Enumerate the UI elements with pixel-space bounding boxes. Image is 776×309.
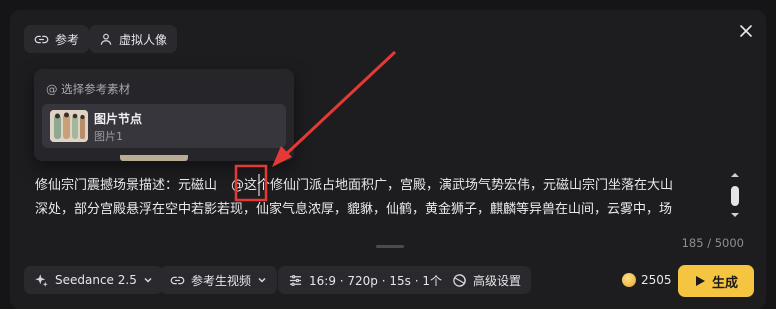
credits-balance: 2505 — [622, 266, 672, 294]
chevron-down-icon — [258, 277, 266, 283]
virtual-avatar-button[interactable]: 虚拟人像 — [89, 25, 178, 53]
credits-value: 2505 — [641, 273, 672, 287]
close-button[interactable] — [736, 21, 756, 41]
link-icon — [34, 35, 49, 43]
link-icon — [170, 276, 185, 284]
prompt-textarea[interactable]: 修仙宗门震撼场景描述：元磁山 @这个修仙门派占地面积广，宫殿，演武场气势宏伟，元磁… — [35, 174, 725, 222]
reference-button[interactable]: 参考 — [24, 25, 90, 53]
play-icon — [695, 276, 705, 286]
resize-handle[interactable] — [376, 245, 404, 248]
video-settings-button[interactable]: 16:9 · 720p · 15s · 1个 — [278, 266, 452, 294]
attached-image-peek — [120, 155, 188, 161]
person-icon — [100, 33, 112, 45]
generate-label: 生成 — [711, 275, 738, 291]
reference-material-dropdown: @ 选择参考素材 图片节点 图片1 — [34, 69, 294, 161]
coin-icon — [622, 273, 636, 287]
virtual-avatar-label: 虚拟人像 — [119, 32, 168, 47]
image-node-subtitle: 图片1 — [94, 130, 123, 143]
image-node-title: 图片节点 — [94, 112, 143, 126]
image-thumbnail — [50, 110, 88, 142]
sparkle-icon — [35, 273, 48, 287]
sliders-icon — [289, 274, 302, 286]
model-select[interactable]: Seedance 2.5 — [24, 266, 163, 294]
chevron-down-icon — [144, 277, 152, 283]
mode-select[interactable]: 参考生视频 — [160, 266, 278, 294]
prompt-line-2: 深处，部分宫殿悬浮在空中若影若现，仙家气息浓厚，貔貅，仙鹤，黄金狮子，麒麟等异兽… — [35, 202, 673, 217]
video-settings-label: 16:9 · 720p · 15s · 1个 — [309, 273, 442, 288]
advanced-settings-label: 高级设置 — [473, 273, 522, 288]
settings-icon — [453, 273, 466, 287]
dropdown-header: @ 选择参考素材 — [46, 82, 131, 96]
reference-label: 参考 — [55, 32, 80, 47]
prompt-line-1a: 修仙宗门震撼场景描述：元磁山 — [35, 178, 218, 193]
advanced-settings-button[interactable]: 高级设置 — [442, 266, 532, 294]
generate-button[interactable]: 生成 — [678, 265, 754, 297]
prompt-scrollbar[interactable] — [728, 172, 742, 222]
scroll-thumb — [731, 186, 739, 206]
scroll-up-icon — [731, 173, 739, 177]
prompt-line-1b: @这个修仙门派占地面积广，宫殿，演武场气势宏伟，元磁山宗门坐落在大山 — [231, 178, 674, 193]
model-label: Seedance 2.5 — [55, 273, 137, 287]
char-counter: 185 / 5000 — [681, 236, 744, 250]
scroll-down-icon — [731, 213, 739, 217]
mode-label: 参考生视频 — [191, 273, 252, 288]
close-icon — [740, 25, 752, 37]
image-node-option[interactable]: 图片节点 图片1 — [42, 104, 286, 148]
